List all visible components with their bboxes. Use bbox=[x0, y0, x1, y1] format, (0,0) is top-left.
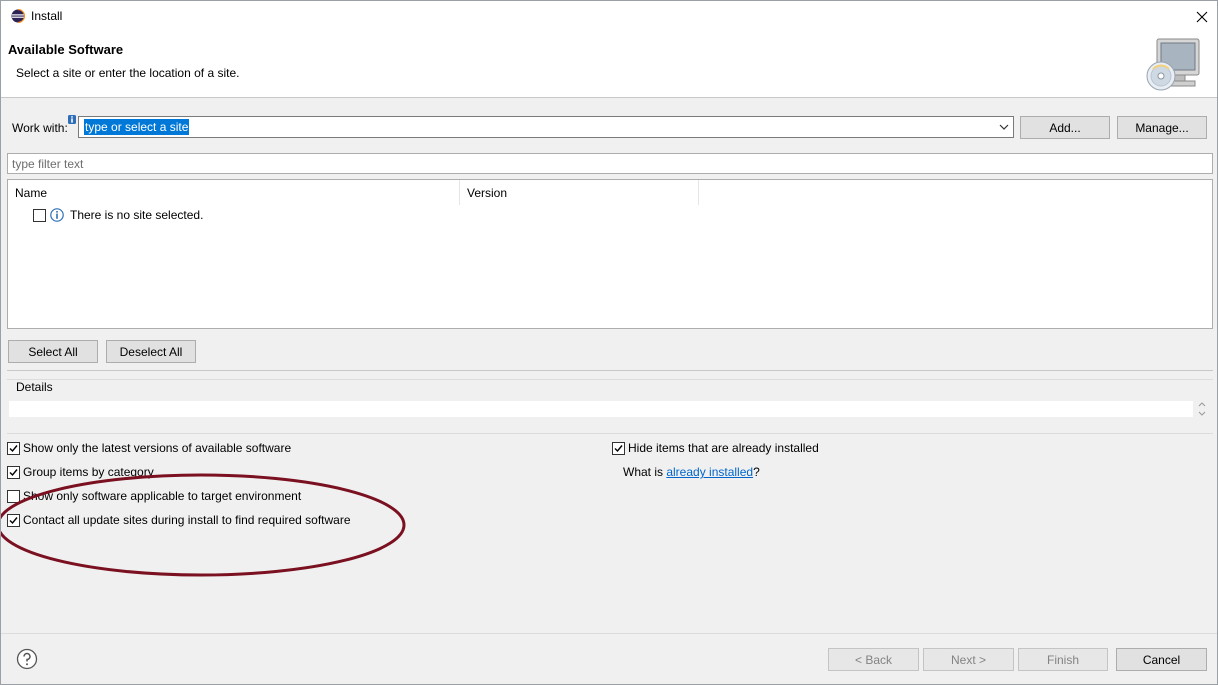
info-marker-icon bbox=[68, 115, 76, 124]
option-group-by-category[interactable]: Group items by category bbox=[7, 465, 607, 483]
cancel-button[interactable]: Cancel bbox=[1116, 648, 1207, 671]
details-label: Details bbox=[16, 380, 53, 394]
help-question-icon[interactable] bbox=[16, 648, 38, 670]
install-dialog: Install Available Software Select a site… bbox=[0, 0, 1218, 685]
what-is-installed-text: What is already installed? bbox=[623, 465, 760, 479]
close-button[interactable] bbox=[1187, 1, 1217, 32]
eclipse-icon bbox=[11, 9, 25, 23]
tree-row[interactable]: There is no site selected. bbox=[8, 205, 1212, 227]
column-header-version[interactable]: Version bbox=[460, 180, 699, 205]
option-group-by-category-label: Group items by category bbox=[23, 465, 154, 479]
add-site-button[interactable]: Add... bbox=[1020, 116, 1110, 139]
checkbox-latest-versions[interactable] bbox=[7, 442, 20, 455]
option-target-environment-label: Show only software applicable to target … bbox=[23, 489, 302, 503]
details-scrollbar[interactable] bbox=[1196, 401, 1208, 417]
finish-button[interactable]: Finish bbox=[1018, 648, 1108, 671]
tree-row-name: There is no site selected. bbox=[70, 208, 204, 222]
chevron-down-icon[interactable] bbox=[998, 121, 1010, 133]
title-bar: Install bbox=[1, 1, 1217, 32]
software-tree[interactable]: Name Version There is no site selected. bbox=[7, 179, 1213, 329]
page-subtitle: Select a site or enter the location of a… bbox=[16, 66, 240, 80]
checkbox-hide-installed[interactable] bbox=[612, 442, 625, 455]
already-installed-link[interactable]: already installed bbox=[666, 465, 753, 479]
next-button[interactable]: Next > bbox=[923, 648, 1014, 671]
work-with-value[interactable]: type or select a site bbox=[84, 119, 190, 135]
footer-divider bbox=[1, 633, 1217, 634]
details-text[interactable] bbox=[9, 401, 1193, 417]
column-header-name[interactable]: Name bbox=[8, 180, 460, 205]
filter-input[interactable]: type filter text bbox=[7, 153, 1213, 174]
option-contact-update-sites-label: Contact all update sites during install … bbox=[23, 513, 351, 527]
select-all-button[interactable]: Select All bbox=[8, 340, 98, 363]
option-latest-versions-label: Show only the latest versions of availab… bbox=[23, 441, 292, 455]
manage-sites-button[interactable]: Manage... bbox=[1117, 116, 1207, 139]
page-title: Available Software bbox=[8, 42, 124, 57]
option-hide-installed[interactable]: Hide items that are already installed bbox=[612, 441, 1112, 459]
divider bbox=[7, 370, 1213, 371]
info-icon bbox=[50, 208, 64, 222]
work-with-combo[interactable]: type or select a site bbox=[78, 116, 1014, 138]
deselect-all-button[interactable]: Deselect All bbox=[106, 340, 196, 363]
checkbox-target-environment[interactable] bbox=[7, 490, 20, 503]
window-title: Install bbox=[31, 9, 63, 23]
option-hide-installed-label: Hide items that are already installed bbox=[628, 441, 819, 455]
tree-row-checkbox[interactable] bbox=[33, 209, 46, 222]
option-latest-versions[interactable]: Show only the latest versions of availab… bbox=[7, 441, 607, 459]
close-icon bbox=[1196, 11, 1208, 22]
filter-placeholder: type filter text bbox=[12, 157, 84, 171]
scroll-up-icon[interactable] bbox=[1198, 402, 1206, 407]
back-button[interactable]: < Back bbox=[828, 648, 919, 671]
checkbox-contact-update-sites[interactable] bbox=[7, 514, 20, 527]
work-with-label: Work with: bbox=[12, 121, 68, 135]
option-contact-update-sites[interactable]: Contact all update sites during install … bbox=[7, 513, 607, 531]
install-software-monitor-cd-icon bbox=[1146, 38, 1200, 91]
checkbox-group-by-category[interactable] bbox=[7, 466, 20, 479]
scroll-down-icon[interactable] bbox=[1198, 411, 1206, 416]
option-target-environment[interactable]: Show only software applicable to target … bbox=[7, 489, 607, 507]
wizard-header: Available Software Select a site or ente… bbox=[1, 32, 1217, 98]
